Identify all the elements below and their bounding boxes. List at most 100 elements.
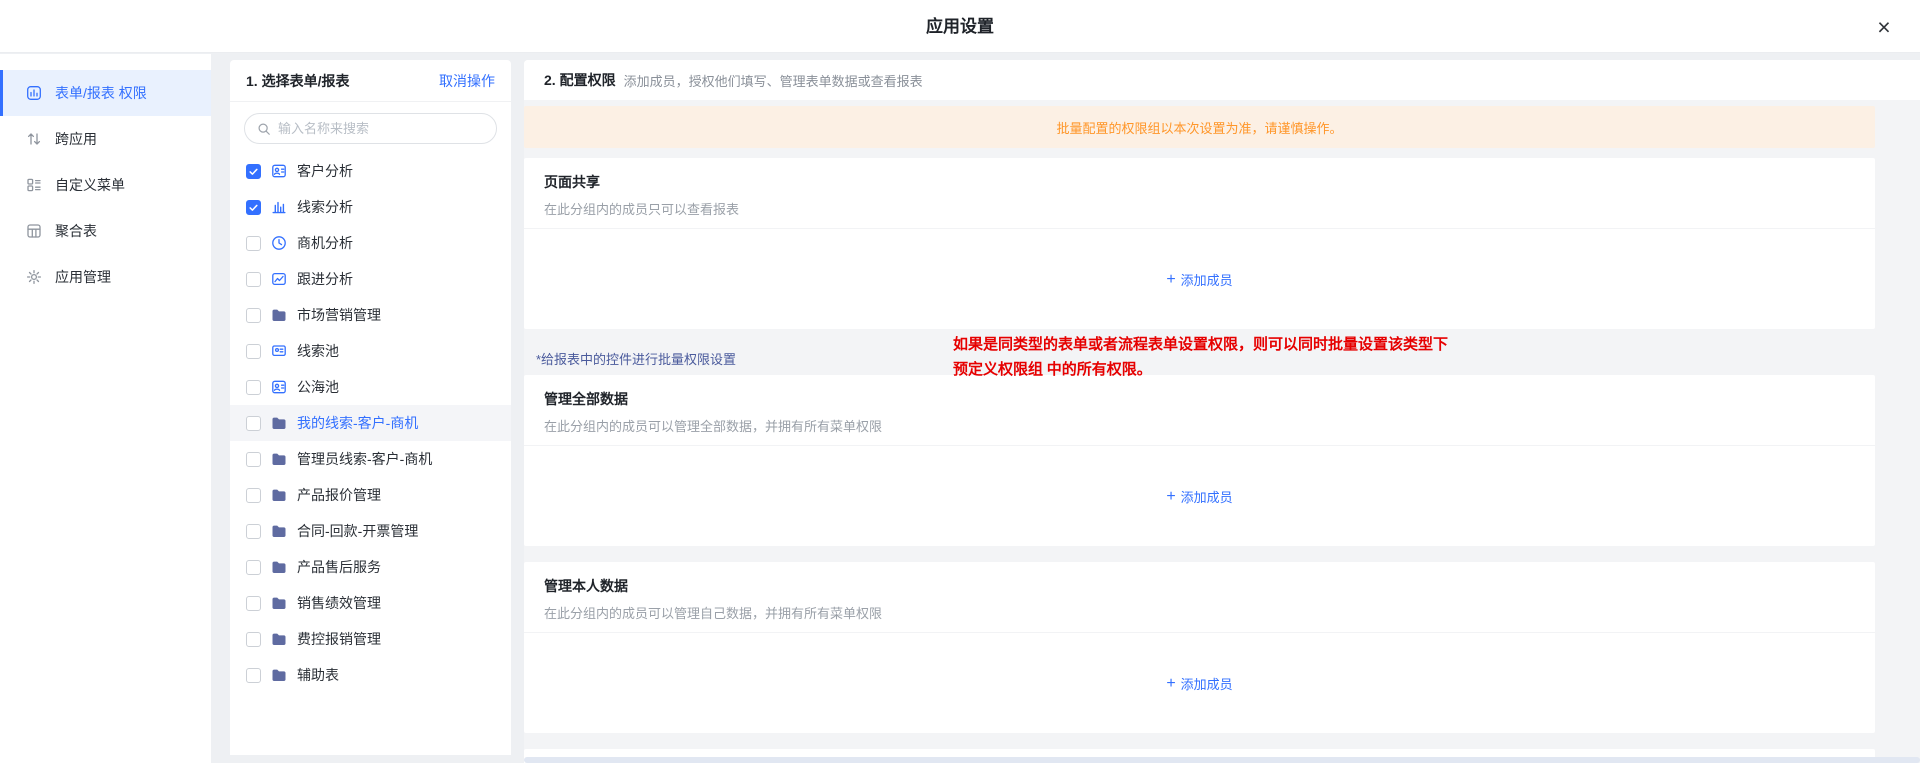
folder-icon [271, 631, 287, 647]
permission-group-desc: 在此分组内的成员可以管理自己数据，并拥有所有菜单权限 [544, 603, 1855, 622]
aggregate-table-icon [26, 223, 42, 239]
folder-icon [271, 307, 287, 323]
permission-group-card: 管理本人数据 在此分组内的成员可以管理自己数据，并拥有所有菜单权限 + 添加成员 [524, 562, 1875, 733]
list-item[interactable]: 市场营销管理 [230, 297, 511, 333]
checkbox[interactable] [246, 236, 261, 251]
checkbox[interactable] [246, 560, 261, 575]
list-item[interactable]: 线索池 [230, 333, 511, 369]
plus-icon: + [1166, 677, 1175, 690]
permission-group-members: + 添加成员 [524, 229, 1875, 329]
list-item[interactable]: 线索分析 [230, 189, 511, 225]
sidebar-item-cross-app[interactable]: 跨应用 [0, 116, 211, 162]
list-item[interactable]: 我的线索-客户-商机 [230, 405, 511, 441]
list-item[interactable]: 产品售后服务 [230, 549, 511, 585]
add-member-label: 添加成员 [1181, 270, 1233, 289]
permission-group-members: + 添加成员 [524, 633, 1875, 733]
red-annotation-line1: 如果是同类型的表单或者流程表单设置权限，则可以同时批量设置该类型下 [953, 333, 1448, 358]
search-icon [257, 122, 271, 136]
checkbox[interactable] [246, 632, 261, 647]
permission-group-card: 管理全部数据 在此分组内的成员可以管理全部数据，并拥有所有菜单权限 + 添加成员 [524, 375, 1875, 546]
folder-icon [271, 523, 287, 539]
trend-chart-icon [271, 271, 287, 287]
list-item-label: 辅助表 [297, 665, 339, 685]
sidebar-item-app-management[interactable]: 应用管理 [0, 254, 211, 300]
folder-icon [271, 415, 287, 431]
sidebar-item-label: 跨应用 [55, 129, 97, 149]
close-icon[interactable]: × [1870, 13, 1898, 41]
permission-group-members: + 添加成员 [524, 446, 1875, 546]
list-item-label: 我的线索-客户-商机 [297, 413, 418, 433]
list-item-label: 跟进分析 [297, 269, 353, 289]
list-item[interactable]: 公海池 [230, 369, 511, 405]
add-member-label: 添加成员 [1181, 674, 1233, 693]
checkbox[interactable] [246, 416, 261, 431]
permission-group-head: 管理本人数据 在此分组内的成员可以管理自己数据，并拥有所有菜单权限 [524, 562, 1875, 633]
select-form-title: 1. 选择表单/报表 [246, 71, 349, 91]
checkbox[interactable] [246, 200, 261, 215]
add-member-button[interactable]: + 添加成员 [1166, 270, 1232, 289]
checkbox[interactable] [246, 308, 261, 323]
list-item-label: 产品报价管理 [297, 485, 381, 505]
list-item-label: 合同-回款-开票管理 [297, 521, 418, 541]
checkbox[interactable] [246, 488, 261, 503]
folder-icon [271, 451, 287, 467]
list-item-label: 费控报销管理 [297, 629, 381, 649]
search-input[interactable] [278, 121, 484, 136]
cancel-action-link[interactable]: 取消操作 [439, 71, 495, 91]
checkbox[interactable] [246, 596, 261, 611]
gear-icon [26, 269, 42, 285]
add-member-button[interactable]: + 添加成员 [1166, 487, 1232, 506]
checkbox[interactable] [246, 164, 261, 179]
red-annotation-line2: 预定义权限组 中的所有权限。 [953, 358, 1448, 383]
plus-icon: + [1166, 273, 1175, 286]
custom-menu-icon [26, 177, 42, 193]
sidebar-item-aggregate-table[interactable]: 聚合表 [0, 208, 211, 254]
permission-body: 批量配置的权限组以本次设置为准，请谨慎操作。 页面共享 在此分组内的成员只可以查… [524, 100, 1920, 763]
batch-control-permission-link[interactable]: *给报表中的控件进行批量权限设置 [536, 349, 736, 368]
folder-icon [271, 559, 287, 575]
board-icon [271, 343, 287, 359]
checkbox[interactable] [246, 452, 261, 467]
list-item-label: 线索池 [297, 341, 339, 361]
configure-permission-header: 2. 配置权限 添加成员，授权他们填写、管理表单数据或查看报表 [524, 60, 1920, 100]
permission-group-head: 管理全部数据 在此分组内的成员可以管理全部数据，并拥有所有菜单权限 [524, 375, 1875, 446]
list-item[interactable]: 销售绩效管理 [230, 585, 511, 621]
folder-icon [271, 595, 287, 611]
list-item[interactable]: 客户分析 [230, 153, 511, 189]
list-item[interactable]: 管理员线索-客户-商机 [230, 441, 511, 477]
list-item[interactable]: 辅助表 [230, 657, 511, 693]
list-item[interactable]: 跟进分析 [230, 261, 511, 297]
cross-app-arrows-icon [26, 131, 42, 147]
permission-group-desc: 在此分组内的成员只可以查看报表 [544, 199, 1855, 218]
add-member-button[interactable]: + 添加成员 [1166, 674, 1232, 693]
list-item[interactable]: 合同-回款-开票管理 [230, 513, 511, 549]
sidebar-item-form-report-permission[interactable]: 表单/报表 权限 [0, 70, 211, 116]
checkbox[interactable] [246, 380, 261, 395]
permission-group-title: 页面共享 [544, 172, 1855, 192]
list-item[interactable]: 费控报销管理 [230, 621, 511, 657]
search-box[interactable] [244, 113, 497, 144]
between-row: *给报表中的控件进行批量权限设置 如果是同类型的表单或者流程表单设置权限，则可以… [524, 329, 1875, 375]
list-item-label: 客户分析 [297, 161, 353, 181]
page-title: 应用设置 [0, 0, 1920, 53]
permission-group-desc: 在此分组内的成员可以管理全部数据，并拥有所有菜单权限 [544, 416, 1855, 435]
contact-card-icon [271, 379, 287, 395]
list-item-label: 管理员线索-客户-商机 [297, 449, 432, 469]
modal-header: 应用设置 × [0, 0, 1920, 53]
list-item-label: 市场营销管理 [297, 305, 381, 325]
permission-group-card: 页面共享 在此分组内的成员只可以查看报表 + 添加成员 [524, 158, 1875, 329]
sidebar-item-label: 聚合表 [55, 221, 97, 241]
checkbox[interactable] [246, 524, 261, 539]
horizontal-scrollbar[interactable] [524, 757, 1920, 763]
report-chart-icon [26, 85, 42, 101]
checkbox[interactable] [246, 272, 261, 287]
checkbox[interactable] [246, 668, 261, 683]
list-item[interactable]: 商机分析 [230, 225, 511, 261]
permission-group-title: 管理全部数据 [544, 389, 1855, 409]
sidebar-item-custom-menu[interactable]: 自定义菜单 [0, 162, 211, 208]
list-item-label: 产品售后服务 [297, 557, 381, 577]
list-item[interactable]: 产品报价管理 [230, 477, 511, 513]
checkbox[interactable] [246, 344, 261, 359]
configure-permission-subtitle: 添加成员，授权他们填写、管理表单数据或查看报表 [624, 71, 923, 90]
clock-icon [271, 235, 287, 251]
